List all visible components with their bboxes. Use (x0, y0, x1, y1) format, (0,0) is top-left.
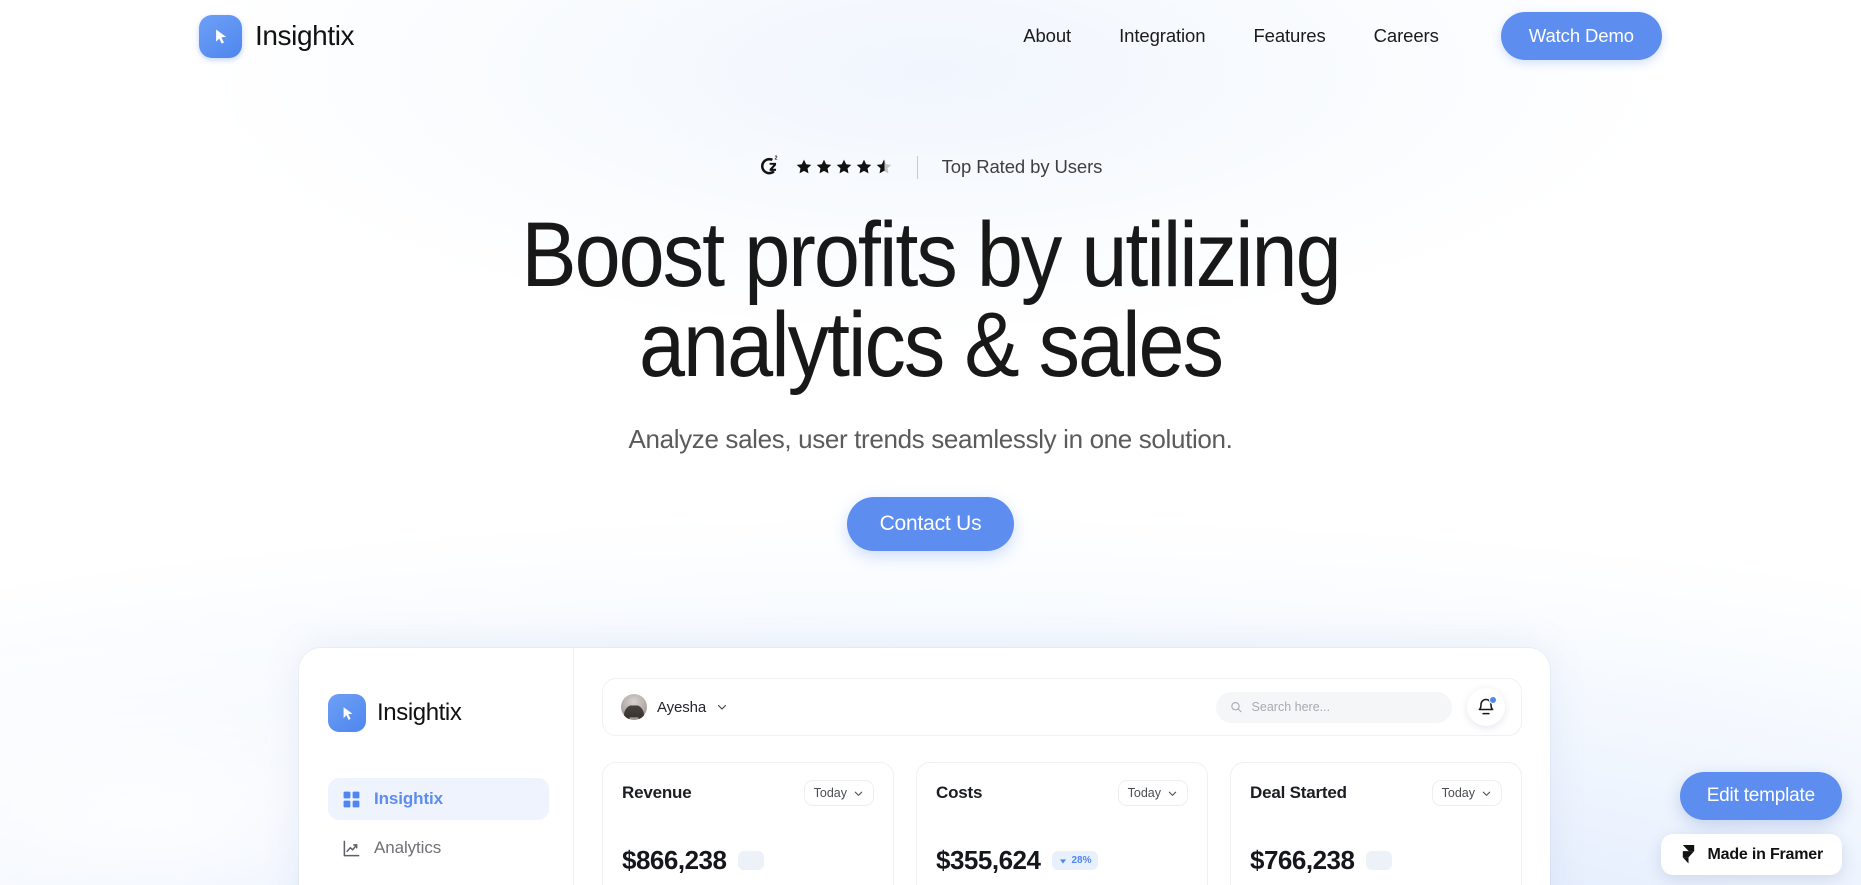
sidebar-item-label: Analytics (374, 838, 442, 857)
avatar (621, 694, 647, 720)
period-label: Today (1127, 786, 1161, 800)
period-selector[interactable]: Today (803, 780, 874, 806)
star-icon (836, 159, 851, 174)
status-badge (738, 851, 765, 870)
notification-dot (1489, 696, 1497, 704)
hero-subtitle: Analyze sales, user trends seamlessly in… (628, 424, 1233, 455)
dashboard-brand-name: Insightix (377, 699, 462, 726)
watch-demo-button[interactable]: Watch Demo (1500, 12, 1662, 60)
rating-badge: 2 Top Rated by Users (759, 155, 1103, 179)
hero-section: 2 Top Rated by Users Boost profits by ut… (0, 0, 1861, 552)
nav-link-features[interactable]: Features (1229, 25, 1349, 47)
contact-us-button[interactable]: Contact Us (846, 497, 1015, 552)
card-title: Revenue (622, 783, 692, 802)
made-in-framer-label: Made in Framer (1707, 845, 1824, 863)
brand-logo[interactable]: Insightix (199, 14, 355, 58)
status-badge: 28% (1052, 851, 1099, 870)
period-label: Today (1441, 786, 1475, 800)
card-title: Deal Started (1250, 783, 1347, 802)
topbar-actions (1216, 688, 1505, 726)
status-badge-text: 28% (1071, 855, 1092, 866)
metric-card-deal-started: Deal Started Today $766,238 (1230, 762, 1522, 885)
line-chart-icon (343, 840, 360, 856)
dashboard-preview: Insightix Insightix Analytics Ayesha Sea… (299, 648, 1550, 885)
search-icon (1231, 702, 1242, 713)
dashboard-main: Ayesha Search here... Revenue Today $866… (574, 648, 1550, 885)
card-value: $866,238 (622, 845, 727, 875)
g2-logo-icon: 2 (760, 155, 779, 175)
headline-line-1: Boost profits by utilizing (521, 204, 1341, 306)
user-menu[interactable]: Ayesha (621, 694, 728, 720)
framer-logo-icon (1682, 845, 1694, 864)
rating-label: Top Rated by Users (941, 156, 1103, 177)
edit-template-button[interactable]: Edit template (1679, 772, 1842, 820)
period-label: Today (813, 786, 847, 800)
card-value: $355,624 (936, 845, 1041, 875)
user-name: Ayesha (657, 698, 707, 716)
star-icon (816, 159, 831, 174)
svg-text:2: 2 (774, 156, 777, 162)
page-title: Boost profits by utilizing analytics & s… (93, 209, 1768, 397)
card-title: Costs (936, 783, 983, 802)
nav-link-integration[interactable]: Integration (1095, 25, 1229, 47)
period-selector[interactable]: Today (1431, 780, 1502, 806)
metric-card-costs: Costs Today $355,624 28% (916, 762, 1208, 885)
chevron-down-icon (1482, 791, 1491, 796)
site-header: Insightix About Integration Features Car… (0, 0, 1861, 72)
chevron-down-icon (718, 704, 727, 710)
search-field[interactable] (1216, 691, 1452, 723)
status-badge (1366, 851, 1393, 870)
metric-cards: Revenue Today $866,238 Costs Today $355,… (602, 762, 1522, 885)
nav-link-about[interactable]: About (999, 25, 1095, 47)
star-icon (856, 159, 871, 174)
chevron-down-icon (854, 791, 863, 796)
dashboard-topbar: Ayesha (602, 678, 1522, 736)
star-half-icon (876, 159, 891, 174)
sidebar-item-label: Insightix (374, 789, 443, 808)
dashboard-sidebar: Insightix Insightix Analytics (299, 648, 574, 885)
grid-icon (343, 791, 360, 807)
dashboard-brand-logo[interactable]: Insightix (328, 694, 549, 732)
cursor-arrow-icon (328, 694, 366, 732)
star-icon (796, 159, 811, 174)
cursor-arrow-icon (199, 14, 242, 58)
metric-card-revenue: Revenue Today $866,238 (602, 762, 894, 885)
arrow-down-icon (1060, 858, 1067, 864)
made-in-framer-badge[interactable]: Made in Framer (1660, 834, 1842, 875)
brand-name: Insightix (255, 20, 355, 51)
chevron-down-icon (1168, 791, 1177, 796)
period-selector[interactable]: Today (1117, 780, 1188, 806)
rating-divider (916, 155, 918, 179)
main-nav: About Integration Features Careers Watch… (999, 12, 1662, 60)
star-rating (795, 158, 893, 176)
nav-link-careers[interactable]: Careers (1350, 25, 1463, 47)
notifications-button[interactable] (1467, 688, 1505, 726)
framer-widgets: Edit template Made in Framer (1660, 772, 1842, 875)
sidebar-item-analytics[interactable]: Analytics (328, 827, 549, 869)
card-value: $766,238 (1250, 845, 1355, 875)
search-input[interactable] (1251, 700, 1438, 714)
headline-line-2: analytics & sales (638, 294, 1224, 397)
sidebar-item-insightix[interactable]: Insightix (328, 778, 549, 820)
